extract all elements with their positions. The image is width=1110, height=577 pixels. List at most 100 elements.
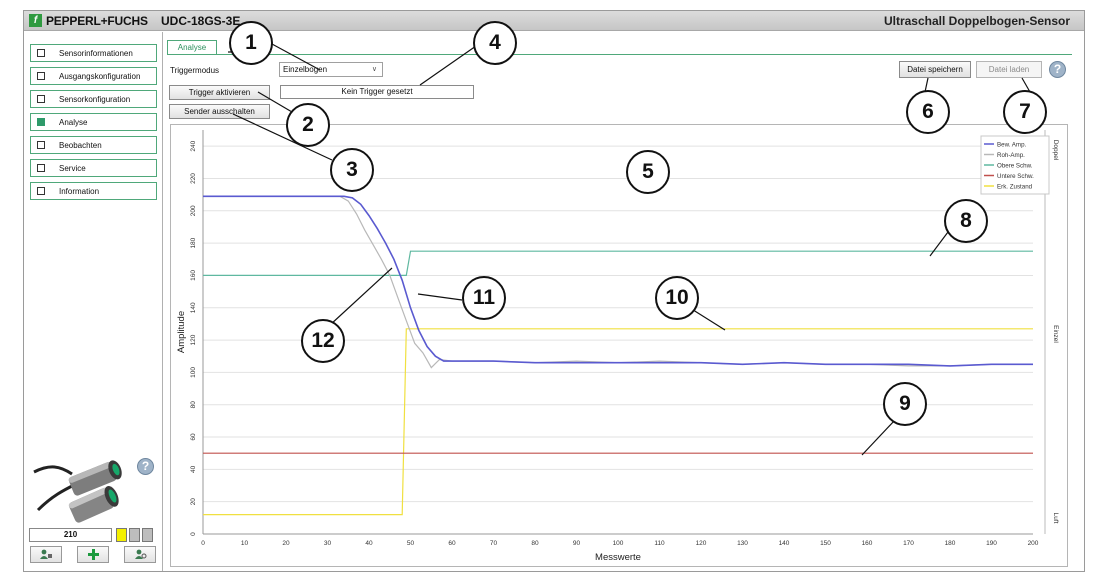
trigger-mode-label: Triggermodus [170,66,220,75]
y-tick-label: 140 [190,302,197,313]
legend-label: Untere Schw. [997,173,1034,180]
plus-icon [87,549,99,560]
legend-label: Bew. Amp. [997,141,1027,148]
sidebar-item-sensorinformationen[interactable]: Sensorinformationen [30,44,157,62]
x-tick-label: 20 [282,540,290,547]
y-tick-label: 60 [190,433,197,441]
checkbox-icon [37,49,45,57]
brand-logo-icon: f [29,14,42,27]
x-tick-label: 200 [1028,540,1039,547]
y-tick-label: 20 [190,498,197,506]
callout-10: 10 [655,276,699,320]
sidebar-item-label: Ausgangskonfiguration [59,72,141,81]
callout-1: 1 [229,21,273,65]
trigger-activate-button[interactable]: Trigger aktivieren [169,85,270,100]
sensor-image-icon [33,460,122,523]
chevron-down-icon: ∨ [371,66,377,73]
callout-8: 8 [944,199,988,243]
x-tick-label: 150 [820,540,831,547]
y-tick-label: 120 [190,334,197,345]
y-tick-label: 220 [190,173,197,184]
callout-11: 11 [462,276,506,320]
legend-label: Roh-Amp. [997,152,1025,159]
sender-off-button[interactable]: Sender ausschalten [169,104,270,119]
sidebar-item-service[interactable]: Service [30,159,157,177]
callout-7: 7 [1003,90,1047,134]
y-tick-label: 100 [190,367,197,378]
connect-sensor-button[interactable] [30,546,62,563]
right-state-label: Einzel [1052,325,1059,343]
x-tick-label: 90 [573,540,581,547]
sidebar-help-icon[interactable]: ? [137,458,154,475]
sidebar-item-analyse[interactable]: Analyse [30,113,157,131]
y-tick-label: 0 [190,532,197,536]
x-axis-title: Messwerte [595,552,641,563]
amplitude-value: 210 [29,528,112,542]
legend-label: Obere Schw. [997,162,1033,169]
x-tick-label: 60 [448,540,456,547]
x-tick-label: 50 [407,540,415,547]
indicator-2 [129,528,140,542]
checkbox-icon [37,187,45,195]
checkbox-icon [37,141,45,149]
app-header: f PEPPERL+FUCHS UDC-18GS-3E Ultraschall … [24,11,1084,31]
sidebar-item-label: Information [59,187,100,196]
sidebar-item-label: Service [59,164,86,173]
x-tick-label: 100 [613,540,624,547]
x-tick-label: 190 [986,540,997,547]
x-tick-label: 80 [531,540,539,547]
load-file-button[interactable]: Datei laden [976,61,1042,78]
person-search-icon [135,549,147,559]
sidebar-item-sensorkonfiguration[interactable]: Sensorkonfiguration [30,90,157,108]
sensor-title: Ultraschall Doppelbogen-Sensor [883,14,1070,28]
callout-4: 4 [473,21,517,65]
brand-name: PEPPERL+FUCHS [46,14,148,28]
y-tick-label: 40 [190,465,197,473]
x-tick-label: 30 [324,540,332,547]
add-button[interactable] [77,546,109,563]
x-tick-label: 0 [201,540,205,547]
y-tick-label: 80 [190,401,197,409]
callout-6: 6 [906,90,950,134]
x-tick-label: 120 [696,540,707,547]
x-tick-label: 110 [654,540,665,547]
help-icon[interactable]: ? [1049,61,1066,78]
y-tick-label: 160 [190,270,197,281]
sidebar-item-beobachten[interactable]: Beobachten [30,136,157,154]
x-tick-label: 70 [490,540,498,547]
sidebar-item-label: Sensorinformationen [59,49,133,58]
y-tick-label: 240 [190,140,197,151]
legend-label: Erk. Zustand [997,183,1033,190]
save-file-button[interactable]: Datei speichern [899,61,971,78]
indicator-1 [116,528,127,542]
tab-underline [167,54,1072,55]
x-tick-label: 140 [779,540,790,547]
sidebar-item-information[interactable]: Information [30,182,157,200]
checkbox-icon [37,72,45,80]
x-tick-label: 40 [365,540,373,547]
x-tick-label: 170 [903,540,914,547]
sidebar-item-label: Analyse [59,118,88,127]
checkbox-icon [37,95,45,103]
sidebar-item-label: Beobachten [59,141,102,150]
checkbox-icon [37,118,45,126]
trigger-mode-select[interactable]: Einzelbogen ∨ [279,62,383,77]
trigger-status-field: Kein Trigger gesetzt [280,85,474,99]
tab-analyse[interactable]: Analyse [167,40,217,54]
y-tick-label: 200 [190,205,197,216]
x-tick-label: 130 [737,540,748,547]
sidebar: Sensorinformationen Ausgangskonfiguration… [24,32,163,571]
callout-12: 12 [301,319,345,363]
sidebar-item-label: Sensorkonfiguration [59,95,131,104]
callout-2: 2 [286,103,330,147]
right-state-label: Doppel [1052,140,1059,161]
person-icon [40,549,52,559]
callout-3: 3 [330,148,374,192]
disconnect-sensor-button[interactable] [124,546,156,563]
sidebar-item-ausgangskonfiguration[interactable]: Ausgangskonfiguration [30,67,157,85]
y-axis-title: Amplitude [176,311,187,353]
trigger-mode-value: Einzelbogen [283,65,328,74]
device-name: UDC-18GS-3E [161,14,241,28]
x-tick-label: 160 [862,540,873,547]
checkbox-icon [37,164,45,172]
